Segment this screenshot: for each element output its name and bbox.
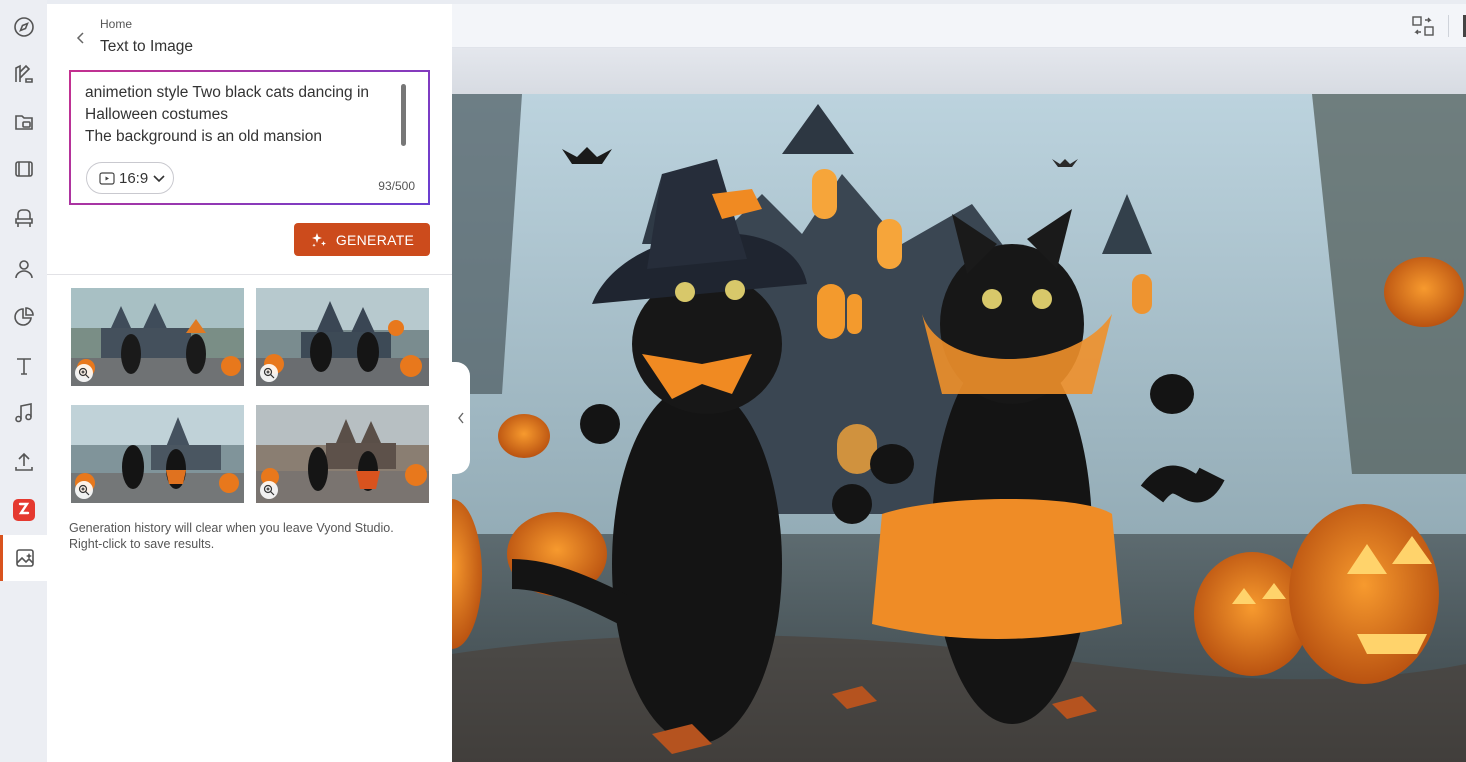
page-title: Text to Image [100,38,194,55]
video-tool[interactable] [0,146,47,192]
result-image [256,405,429,503]
top-toolbar [452,4,1466,48]
chart-pie-icon [13,307,34,326]
prompt-scrollbar[interactable] [401,84,406,146]
toolbar-separator [1448,15,1449,37]
character-counter: 93/500 [378,179,415,193]
zoom-in-button[interactable] [75,364,93,382]
media-tool[interactable] [0,99,47,145]
paint-brush-icon [14,64,33,83]
aspect-ratio-select[interactable]: 16:9 [86,162,174,194]
compass-icon [13,17,34,37]
prompt-text[interactable]: animetion style Two black cats dancing i… [85,82,395,148]
zoom-in-button[interactable] [260,481,278,499]
characters-tool[interactable] [0,246,47,292]
explore-tool[interactable] [0,4,47,50]
history-note: Generation history will clear when you l… [69,521,394,551]
charts-tool[interactable] [0,294,47,340]
zoom-in-icon [78,367,90,379]
zoom-in-button[interactable] [260,364,278,382]
settings-tool[interactable] [0,51,47,97]
compare-button[interactable] [1410,13,1436,39]
media-library-icon [14,115,33,130]
video-frame-icon [99,171,115,185]
sparkle-icon [311,232,326,247]
upload-icon [14,452,33,471]
result-image [71,405,244,503]
result-thumbnail[interactable] [256,288,429,386]
generate-button[interactable]: GENERATE [294,223,430,256]
breadcrumb[interactable]: Home [100,17,132,31]
audio-tool[interactable] [0,390,47,436]
swap-layout-icon [1412,16,1434,36]
chevron-left-icon [76,32,84,44]
back-button[interactable] [71,28,91,48]
upload-tool[interactable] [0,439,47,485]
prompt-field[interactable]: animetion style Two black cats dancing i… [69,70,430,205]
music-note-icon [14,403,32,423]
text-tool[interactable] [0,343,47,389]
result-thumbnail[interactable] [71,405,244,503]
result-thumbnail[interactable] [256,405,429,503]
result-image [256,288,429,386]
character-icon [14,260,33,279]
text-icon [16,358,31,375]
text-to-image-panel: Home Text to Image animetion style Two b… [47,4,452,762]
brand-app-tool[interactable] [0,487,47,533]
halloween-cats-image [452,94,1466,762]
collapse-panel-button[interactable] [452,362,470,474]
generate-label: GENERATE [335,231,415,248]
preview-image [452,94,1466,762]
zoom-in-icon [263,484,275,496]
panel-divider [47,274,452,275]
aspect-ratio-value: 16:9 [119,169,149,187]
tool-rail [0,0,47,762]
result-image [71,288,244,386]
ai-image-tool[interactable] [0,535,47,581]
chevron-left-icon [458,412,464,424]
canvas-header-strip [452,48,1466,94]
brand-app-icon [12,499,35,521]
zoom-in-icon [78,484,90,496]
zoom-in-button[interactable] [75,481,93,499]
zoom-in-icon [263,367,275,379]
chevron-down-icon [153,175,165,183]
film-icon [14,161,33,177]
props-tool[interactable] [0,196,47,242]
ai-image-icon [16,549,34,567]
chair-prop-icon [14,209,33,227]
result-thumbnail[interactable] [71,288,244,386]
